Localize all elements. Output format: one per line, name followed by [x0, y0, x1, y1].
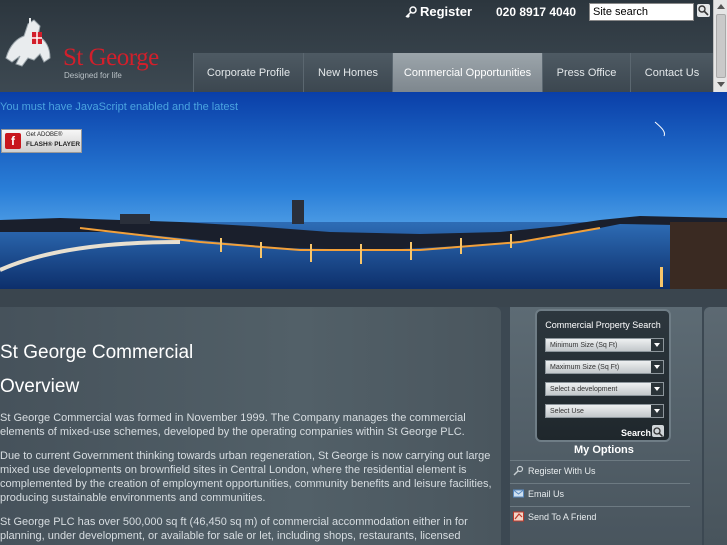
nav-new-homes[interactable]: New Homes — [303, 53, 392, 92]
main-nav: Corporate Profile New Homes Commercial O… — [193, 53, 713, 92]
envelope-icon — [513, 489, 524, 498]
site-search-input[interactable] — [589, 3, 694, 21]
send-to-a-friend-link[interactable]: Send To A Friend — [510, 506, 690, 526]
property-search-button[interactable]: Search — [621, 428, 651, 438]
flash-get-label: Get ADOBE® — [26, 132, 63, 138]
magnifier-icon — [698, 5, 709, 16]
flash-player-label: FLASH® PLAYER — [26, 141, 81, 148]
adobe-flash-icon: f — [5, 133, 21, 149]
paragraph-3: St George PLC has over 500,000 sq ft (46… — [0, 516, 468, 545]
nav-corporate-profile[interactable]: Corporate Profile — [193, 53, 303, 92]
site-search-button[interactable] — [697, 4, 710, 17]
search-icon[interactable] — [652, 425, 664, 438]
st-george-logo[interactable]: St George Designed for life — [0, 14, 180, 80]
site-header: St George Designed for life Register 020… — [0, 0, 713, 92]
register-with-us-link[interactable]: Register With Us — [510, 460, 690, 480]
development-select[interactable]: Select a development — [545, 382, 664, 396]
logo-wordmark: St George — [63, 44, 159, 71]
river-skyline-photo — [0, 92, 727, 289]
register-link[interactable]: Register — [405, 4, 472, 19]
search-panel-title: Commercial Property Search — [545, 320, 661, 330]
send-to-a-friend-label: Send To A Friend — [528, 511, 597, 522]
phone-number: 020 8917 4040 — [496, 5, 577, 19]
paragraph-2: Due to current Government thinking towar… — [0, 450, 492, 504]
use-value: Select Use — [550, 408, 584, 415]
chevron-down-icon — [651, 339, 663, 351]
get-flash-player-button[interactable]: f Get ADOBE® FLASH® PLAYER — [1, 129, 82, 153]
nav-contact-us[interactable]: Contact Us — [630, 53, 713, 92]
maximum-size-select[interactable]: Maximum Size (Sq Ft) — [545, 360, 664, 374]
breadcrumb-bar — [0, 289, 727, 307]
hero-banner: You must have JavaScript enabled and the… — [0, 92, 727, 289]
development-value: Select a development — [550, 386, 618, 393]
email-us-link[interactable]: Email Us — [510, 483, 690, 503]
javascript-notice: You must have JavaScript enabled and the… — [0, 101, 239, 113]
minimum-size-select[interactable]: Minimum Size (Sq Ft) — [545, 338, 664, 352]
chevron-down-icon — [651, 361, 663, 373]
nav-commercial-opportunities[interactable]: Commercial Opportunities — [392, 53, 542, 92]
key-icon — [405, 5, 417, 18]
right-edge-panel — [704, 307, 727, 545]
scroll-up-icon[interactable] — [717, 4, 725, 9]
page-subtitle: Overview — [0, 376, 80, 397]
chevron-down-icon — [651, 405, 663, 417]
email-us-label: Email Us — [528, 488, 565, 499]
paragraph-1: St George Commercial was formed in Novem… — [0, 412, 466, 438]
my-options-heading: My Options — [574, 444, 634, 456]
scroll-thumb[interactable] — [716, 14, 726, 78]
page-title: St George Commercial — [0, 342, 194, 363]
vertical-scrollbar[interactable] — [713, 0, 727, 92]
logo-tagline: Designed for life — [64, 71, 122, 80]
commercial-property-search-panel: Commercial Property Search Minimum Size … — [535, 309, 671, 442]
minimum-size-value: Minimum Size (Sq Ft) — [550, 342, 618, 349]
nav-press-office[interactable]: Press Office — [542, 53, 630, 92]
chevron-down-icon — [651, 383, 663, 395]
key-icon — [513, 465, 524, 476]
use-select[interactable]: Select Use — [545, 404, 664, 418]
maximum-size-value: Maximum Size (Sq Ft) — [550, 364, 620, 371]
send-friend-icon — [513, 511, 524, 522]
register-with-us-label: Register With Us — [528, 465, 596, 476]
scroll-down-icon[interactable] — [717, 82, 725, 87]
knight-horse-icon — [5, 18, 51, 67]
register-label: Register — [420, 4, 473, 19]
